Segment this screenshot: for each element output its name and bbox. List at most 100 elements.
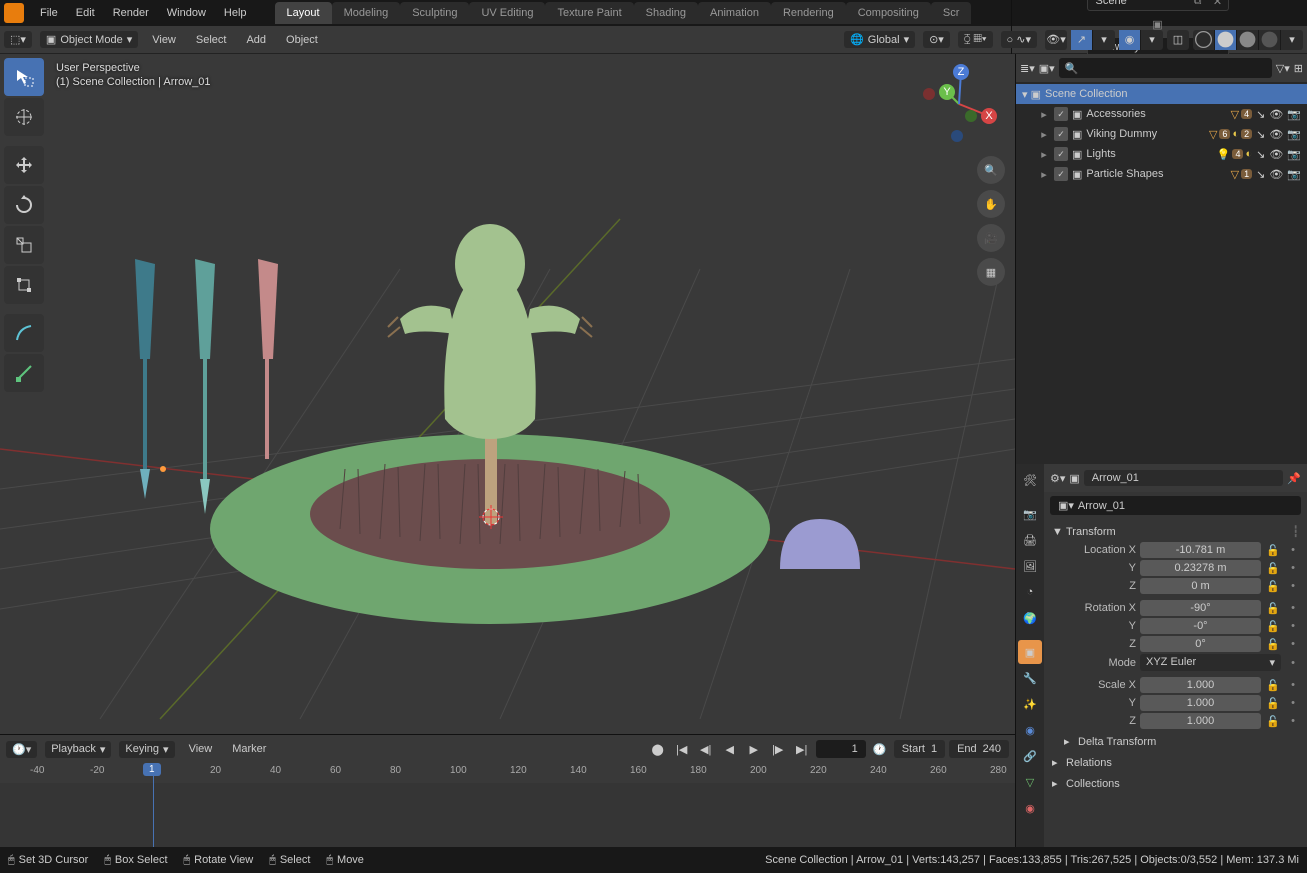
shading-options-icon[interactable]: ▾ [1281,30,1303,50]
timeline-marker-menu[interactable]: Marker [226,740,272,758]
start-frame-field[interactable]: 1 [931,743,937,755]
play-reverse-icon[interactable]: ◀ [720,739,740,759]
render-icon[interactable]: 📷 [1287,128,1301,141]
jump-next-key-icon[interactable]: |▶ [768,739,788,759]
tool-select-box[interactable] [4,58,44,96]
prop-tab-constraint[interactable]: 🔗 [1018,744,1042,768]
playhead[interactable]: 1 [153,763,154,783]
outliner-search[interactable]: 🔍 [1059,58,1272,78]
scale-z-field[interactable]: 1.000 [1140,713,1261,729]
menu-help[interactable]: Help [216,3,255,23]
delete-scene-icon[interactable]: ✕ [1208,0,1228,10]
menu-file[interactable]: File [32,3,66,23]
eye-icon[interactable]: 👁 [1269,148,1283,161]
disclosure-icon[interactable]: ▸ [1038,128,1050,141]
lock-icon[interactable]: 🔓 [1265,602,1281,615]
scale-y-field[interactable]: 1.000 [1140,695,1261,711]
overlay-options-icon[interactable]: ▾ [1141,30,1163,50]
prop-tab-scene[interactable]: ◔ [1018,580,1042,604]
scene-field[interactable]: Scene ⧉ ✕ [1087,0,1229,11]
delta-transform-panel[interactable]: ▸Delta Transform [1050,731,1301,752]
outliner-editor-type[interactable]: ≣▾ [1020,62,1035,75]
include-checkbox[interactable]: ✓ [1054,167,1068,181]
end-frame-field[interactable]: 240 [983,743,1001,755]
outliner-new-collection-icon[interactable]: ⊞ [1294,62,1303,75]
location-x-field[interactable]: -10.781 m [1140,542,1261,558]
prop-tab-render[interactable]: 📷 [1018,502,1042,526]
eye-icon[interactable]: 👁 [1269,108,1283,121]
pivot-dropdown[interactable]: ⊙▾ [923,31,950,48]
jump-prev-key-icon[interactable]: ◀| [696,739,716,759]
jump-start-icon[interactable]: |◀ [672,739,692,759]
play-icon[interactable]: ▶ [744,739,764,759]
proportional-dropdown[interactable]: ○ ∿▾ [1001,31,1037,48]
render-icon[interactable]: 📷 [1287,148,1301,161]
prop-tab-viewlayer[interactable]: 🖼 [1018,554,1042,578]
exclude-icon[interactable]: ↘ [1256,168,1265,181]
viewport-menu-view[interactable]: View [146,31,182,49]
lock-icon[interactable]: 🔓 [1265,580,1281,593]
pan-icon[interactable]: ✋ [977,190,1005,218]
prop-tab-world[interactable]: 🌍 [1018,606,1042,630]
object-types-visibility-icon[interactable]: 👁▾ [1045,30,1067,50]
location-z-field[interactable]: 0 m [1140,578,1261,594]
prop-tab-modifier[interactable]: 🔧 [1018,666,1042,690]
lock-icon[interactable]: 🔓 [1265,638,1281,651]
outliner-filter-icon[interactable]: ▽▾ [1276,62,1290,75]
outliner-display-mode[interactable]: ▣▾ [1039,62,1055,75]
include-checkbox[interactable]: ✓ [1054,127,1068,141]
timeline-view-menu[interactable]: View [183,740,219,758]
properties-editor-type[interactable]: ⚙▾ [1050,472,1065,485]
lock-icon[interactable]: 🔓 [1265,544,1281,557]
timeline-playback-menu[interactable]: Playback ▾ [45,741,111,758]
tab-rendering[interactable]: Rendering [771,2,846,24]
prop-tab-physics[interactable]: ◉ [1018,718,1042,742]
render-icon[interactable]: 📷 [1287,168,1301,181]
show-overlays-icon[interactable]: ◉ [1119,30,1141,50]
tab-animation[interactable]: Animation [698,2,771,24]
exclude-icon[interactable]: ↘ [1256,148,1265,161]
timeline-editor-type[interactable]: 🕐▾ [6,741,37,758]
use-preview-range-icon[interactable]: 🕐 [870,739,890,759]
rotation-y-field[interactable]: -0° [1140,618,1261,634]
lock-icon[interactable]: 🔓 [1265,697,1281,710]
tool-annotate[interactable] [4,314,44,352]
current-frame-field[interactable]: 1 [816,740,866,758]
include-checkbox[interactable]: ✓ [1054,147,1068,161]
prop-tab-tool[interactable]: 🛠 [1018,468,1042,492]
camera-view-icon[interactable]: 🎥 [977,224,1005,252]
disclosure-icon[interactable]: ▸ [1038,108,1050,121]
tool-move[interactable] [4,146,44,184]
scale-x-field[interactable]: 1.000 [1140,677,1261,693]
disclosure-icon[interactable]: ▸ [1038,168,1050,181]
tab-layout[interactable]: Layout [275,2,332,24]
shading-solid-icon[interactable] [1215,30,1237,50]
properties-breadcrumb[interactable]: Arrow_01 [1084,470,1284,486]
outliner-item[interactable]: ▸ ✓ ▣ Particle Shapes ▽1 ↘👁📷 [1016,164,1307,184]
lock-icon[interactable]: 🔓 [1265,679,1281,692]
tool-scale[interactable] [4,226,44,264]
rotation-x-field[interactable]: -90° [1140,600,1261,616]
menu-window[interactable]: Window [159,3,214,23]
collections-panel[interactable]: ▸Collections [1050,773,1301,794]
transform-panel-header[interactable]: ▼Transform ┇ [1050,521,1301,542]
mode-dropdown[interactable]: ▣ Object Mode ▾ [40,31,138,48]
shading-matprev-icon[interactable] [1237,30,1259,50]
menu-render[interactable]: Render [105,3,157,23]
autokey-icon[interactable]: ⬤ [648,739,668,759]
include-checkbox[interactable]: ✓ [1054,107,1068,121]
eye-icon[interactable]: 👁 [1269,128,1283,141]
panel-menu-icon[interactable]: ┇ [1292,525,1299,538]
jump-end-icon[interactable]: ▶| [792,739,812,759]
rotation-mode-dropdown[interactable]: XYZ Euler▾ [1140,654,1281,671]
tab-modeling[interactable]: Modeling [332,2,401,24]
tool-transform[interactable] [4,266,44,304]
menu-edit[interactable]: Edit [68,3,103,23]
show-gizmo-icon[interactable]: ↗ [1071,30,1093,50]
tab-compositing[interactable]: Compositing [846,2,931,24]
exclude-icon[interactable]: ↘ [1256,128,1265,141]
lock-icon[interactable]: 🔓 [1265,562,1281,575]
nav-gizmo[interactable]: X Y Z [919,64,999,144]
timeline-keying-menu[interactable]: Keying ▾ [119,741,174,758]
tool-rotate[interactable] [4,186,44,224]
